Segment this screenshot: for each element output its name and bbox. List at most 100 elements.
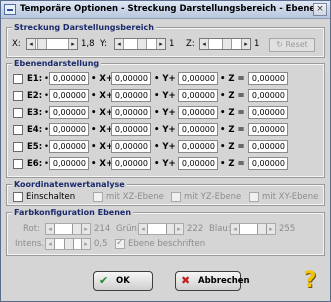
y-value: 1 xyxy=(169,39,175,49)
row-label: E6: xyxy=(27,159,43,169)
help-button[interactable]: ? xyxy=(299,269,321,293)
koordinaten-legend: Koordinatenwertanalyse xyxy=(12,180,127,189)
gruen-slider[interactable]: ◂ ▸ xyxy=(138,223,184,235)
chevron-right-icon[interactable]: ▸ xyxy=(81,239,90,249)
blau-label: Blau: xyxy=(209,224,231,234)
yz-label: mit YZ-Ebene xyxy=(184,192,242,202)
coef-c-input[interactable]: 0,00000 xyxy=(178,140,218,153)
chevron-right-icon[interactable]: ▸ xyxy=(68,39,77,49)
row-checkbox[interactable] xyxy=(13,74,23,84)
rot-label: Rot: xyxy=(23,224,40,234)
slider-thumb[interactable] xyxy=(222,39,232,49)
coef-b-input[interactable]: 0,00000 xyxy=(111,157,151,170)
op-z: • Z = xyxy=(220,108,245,118)
coef-d-input[interactable]: 0,00000 xyxy=(248,123,288,136)
chevron-right-icon[interactable]: ▸ xyxy=(241,39,250,49)
coef-c-input[interactable]: 0,00000 xyxy=(178,157,218,170)
row-label: E1: xyxy=(27,74,43,84)
reset-button[interactable]: ↻ Reset xyxy=(269,38,315,52)
x-slider[interactable]: ◂ ▸ xyxy=(26,38,78,50)
row-checkbox[interactable] xyxy=(13,91,23,101)
einschalten-checkbox[interactable] xyxy=(13,192,23,202)
row-label: E3: xyxy=(27,108,43,118)
title-bar: Temporäre Optionen - Streckung Darstellu… xyxy=(1,1,330,19)
close-button[interactable]: × xyxy=(313,3,327,16)
rot-slider[interactable]: ◂ ▸ xyxy=(45,223,91,235)
slider-thumb[interactable] xyxy=(64,239,74,249)
chevron-left-icon[interactable]: ◂ xyxy=(46,224,55,234)
op-x: • X+ xyxy=(91,91,114,101)
chevron-left-icon[interactable]: ◂ xyxy=(27,39,36,49)
coef-a-input[interactable]: 0,00000 xyxy=(49,157,89,170)
row-label: E4: xyxy=(27,125,43,135)
intens-value: 0,5 xyxy=(94,239,108,249)
coef-a-input[interactable]: 0,00000 xyxy=(49,123,89,136)
op-y: • Y+ xyxy=(154,125,176,135)
chevron-right-icon[interactable]: ▸ xyxy=(174,224,183,234)
ebenen-legend: Ebenendarstellung xyxy=(12,59,102,68)
blau-slider[interactable]: ◂ ▸ xyxy=(230,223,276,235)
z-slider[interactable]: ◂ ▸ xyxy=(199,38,251,50)
chevron-left-icon[interactable]: ◂ xyxy=(139,224,148,234)
op-x: • X+ xyxy=(91,159,114,169)
row-checkbox[interactable] xyxy=(13,125,23,135)
op-x: • X+ xyxy=(91,74,114,84)
op-y: • Y+ xyxy=(154,142,176,152)
xz-checkbox[interactable] xyxy=(93,192,103,202)
chevron-left-icon[interactable]: ◂ xyxy=(46,239,55,249)
row-checkbox[interactable] xyxy=(13,142,23,152)
y-slider[interactable]: ◂ ▸ xyxy=(114,38,166,50)
window-title: Temporäre Optionen - Streckung Darstellu… xyxy=(20,4,322,14)
coef-b-input[interactable]: 0,00000 xyxy=(111,123,151,136)
op-y: • Y+ xyxy=(154,74,176,84)
intens-label: Intens.: xyxy=(15,239,47,249)
chevron-left-icon[interactable]: ◂ xyxy=(231,224,240,234)
coef-b-input[interactable]: 0,00000 xyxy=(111,140,151,153)
beschriften-label: Ebene beschriften xyxy=(128,239,206,249)
coef-c-input[interactable]: 0,00000 xyxy=(178,106,218,119)
xy-checkbox[interactable] xyxy=(249,192,259,202)
op-z: • Z = xyxy=(220,142,245,152)
coef-d-input[interactable]: 0,00000 xyxy=(248,157,288,170)
einschalten-label: Einschalten xyxy=(26,192,76,202)
streckung-legend: Streckung Darstellungsbereich xyxy=(12,23,156,32)
slider-thumb[interactable] xyxy=(137,39,147,49)
farb-legend: Farbkonfiguration Ebenen xyxy=(12,208,134,217)
coef-b-input[interactable]: 0,00000 xyxy=(111,72,151,85)
chevron-right-icon[interactable]: ▸ xyxy=(266,224,275,234)
coef-d-input[interactable]: 0,00000 xyxy=(248,140,288,153)
coef-a-input[interactable]: 0,00000 xyxy=(49,72,89,85)
coef-d-input[interactable]: 0,00000 xyxy=(248,106,288,119)
coef-b-input[interactable]: 0,00000 xyxy=(111,89,151,102)
xz-label: mit XZ-Ebene xyxy=(106,192,164,202)
y-label: Y: xyxy=(100,39,107,49)
cancel-button[interactable]: ✖ Abbrechen xyxy=(175,271,250,291)
row-checkbox[interactable] xyxy=(13,159,23,169)
coef-a-input[interactable]: 0,00000 xyxy=(49,106,89,119)
coef-a-input[interactable]: 0,00000 xyxy=(49,140,89,153)
yz-checkbox[interactable] xyxy=(171,192,181,202)
coef-d-input[interactable]: 0,00000 xyxy=(248,72,288,85)
slider-thumb[interactable] xyxy=(37,39,47,49)
x-value: 1,8 xyxy=(81,39,95,49)
coef-c-input[interactable]: 0,00000 xyxy=(178,72,218,85)
coef-a-input[interactable]: 0,00000 xyxy=(49,89,89,102)
chevron-left-icon[interactable]: ◂ xyxy=(200,39,209,49)
coef-c-input[interactable]: 0,00000 xyxy=(178,89,218,102)
chevron-right-icon[interactable]: ▸ xyxy=(81,224,90,234)
chevron-right-icon[interactable]: ▸ xyxy=(156,39,165,49)
row-checkbox[interactable] xyxy=(13,108,23,118)
ok-button-label: OK xyxy=(116,276,130,286)
op-x: • X+ xyxy=(91,142,114,152)
coef-d-input[interactable]: 0,00000 xyxy=(248,89,288,102)
chevron-left-icon[interactable]: ◂ xyxy=(115,39,124,49)
cancel-button-label: Abbrechen xyxy=(198,276,250,286)
rot-value: 214 xyxy=(94,224,111,234)
coef-b-input[interactable]: 0,00000 xyxy=(111,106,151,119)
intens-slider[interactable]: ◂ ▸ xyxy=(45,238,91,250)
beschriften-checkbox[interactable]: ✓ xyxy=(115,238,125,249)
op-x: • X+ xyxy=(91,125,114,135)
checkmark-icon: ✔ xyxy=(99,274,109,287)
coef-c-input[interactable]: 0,00000 xyxy=(178,123,218,136)
ok-button[interactable]: ✔ OK xyxy=(93,271,153,291)
